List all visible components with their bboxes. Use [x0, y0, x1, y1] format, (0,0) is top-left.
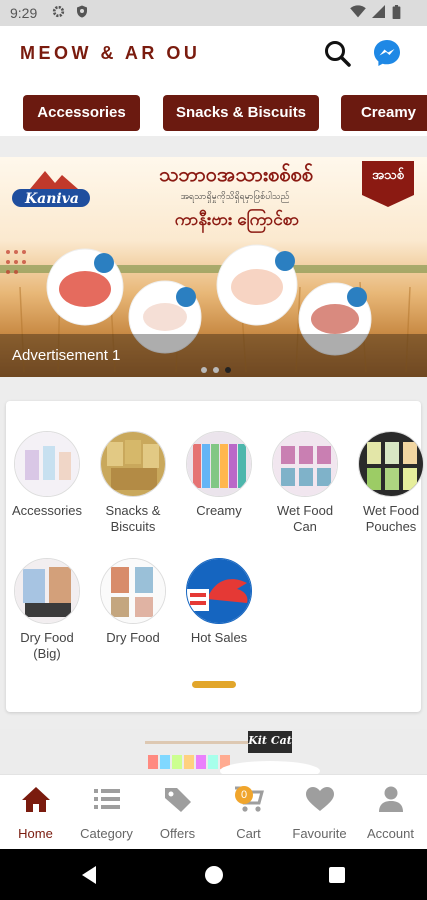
banner-dot-2[interactable]: [213, 367, 219, 373]
advertisement-banner[interactable]: Kaniva သဘာဝအသားစစ်စစ် အရသာရှိမှုကိုသိရှိ…: [0, 157, 427, 377]
category-thumbnail: [14, 558, 80, 624]
banner-brand: Kaniva: [25, 191, 79, 207]
status-bar: 9:29: [0, 0, 427, 26]
bottom-navigation: Home Category Offers Cart Favourite Acco…: [0, 774, 427, 849]
category-creamy[interactable]: Creamy: [179, 431, 259, 519]
banner-new-badge: အသစ်: [372, 167, 404, 182]
banner-benefit: ကာနီးဗား ကြောင်စာ: [174, 210, 300, 229]
category-thumbnail: [100, 558, 166, 624]
category-thumbnail: [14, 431, 80, 497]
home-icon: [22, 787, 50, 812]
category-chip-row: Accessories Snacks & Biscuits Creamy: [0, 80, 427, 136]
person-icon: [379, 786, 403, 812]
category-thumbnail: [358, 431, 424, 497]
banner-dot-3-active[interactable]: [225, 367, 231, 373]
category-grid-card: Accessories Snacks & Biscuits Creamy Wet…: [6, 401, 424, 712]
wifi-icon: [350, 5, 366, 21]
app-title: MEOW & AR OU: [20, 43, 201, 63]
promo-image: [0, 729, 427, 774]
back-icon[interactable]: [80, 865, 98, 885]
category-dry-food[interactable]: Dry Food: [93, 558, 173, 646]
app-header: MEOW & AR OU: [0, 26, 427, 80]
status-time: 9:29: [10, 5, 38, 21]
chip-creamy[interactable]: Creamy: [341, 95, 427, 131]
recents-icon[interactable]: [328, 866, 346, 884]
signal-icon: [372, 5, 385, 21]
category-thumbnail: [186, 558, 252, 624]
nav-home[interactable]: Home: [0, 775, 71, 850]
promo-banner[interactable]: Kit Cat: [0, 729, 427, 774]
system-navigation-bar: [0, 849, 427, 900]
banner-dot-1[interactable]: [201, 367, 207, 373]
category-thumbnail: [272, 431, 338, 497]
nav-category[interactable]: Category: [71, 775, 142, 850]
battery-icon: [392, 5, 401, 22]
shield-icon: [76, 5, 88, 21]
category-wet-food-can[interactable]: Wet Food Can: [265, 431, 345, 535]
list-icon: [94, 789, 120, 809]
category-snacks-biscuits[interactable]: Snacks & Biscuits: [93, 431, 173, 535]
chip-snacks-biscuits[interactable]: Snacks & Biscuits: [163, 95, 319, 131]
category-accessories[interactable]: Accessories: [7, 431, 87, 519]
home-circle-icon[interactable]: [204, 865, 224, 885]
banner-subline: အရသာရှိမှုကိုသိရှိရမှာဖြစ်ပါသည်: [180, 191, 290, 201]
chip-accessories[interactable]: Accessories: [23, 95, 140, 131]
cart-count-badge: 0: [235, 786, 253, 804]
banner-headline: သဘာဝအသားစစ်စစ်: [158, 164, 314, 186]
category-thumbnail: [100, 431, 166, 497]
tag-icon: [165, 788, 191, 812]
category-hot-sales[interactable]: Hot Sales: [179, 558, 259, 646]
category-dry-food-big[interactable]: Dry Food (Big): [7, 558, 87, 662]
promo-brand: Kit Cat: [248, 734, 292, 747]
category-thumbnail: [186, 431, 252, 497]
messenger-icon[interactable]: [372, 38, 402, 68]
nav-account[interactable]: Account: [355, 775, 426, 850]
category-wet-food-pouches[interactable]: Wet Food Pouches: [351, 431, 427, 535]
nav-favourite[interactable]: Favourite: [284, 775, 355, 850]
heart-icon: [306, 787, 334, 811]
settings-icon: [52, 5, 65, 21]
search-icon[interactable]: [322, 38, 354, 70]
page-indicator: [192, 681, 236, 688]
nav-offers[interactable]: Offers: [142, 775, 213, 850]
